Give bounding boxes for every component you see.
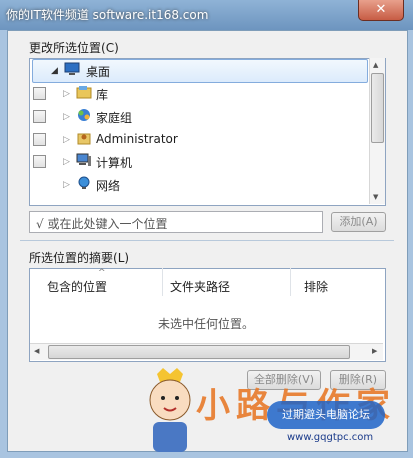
summary-scroll-thumb[interactable] xyxy=(48,345,350,359)
scroll-down-icon[interactable]: ▼ xyxy=(373,193,378,201)
watermark-badge: 过期避头电脑论坛 xyxy=(267,401,385,429)
checkbox-computer[interactable] xyxy=(33,155,46,168)
column-header-included[interactable]: 包含的位置 xyxy=(47,278,107,295)
column-divider xyxy=(290,268,291,296)
window-frame-left xyxy=(0,30,7,458)
library-icon xyxy=(76,86,92,99)
summary-label: 所选位置的摘要(L) xyxy=(29,249,129,266)
tree-item-label: 桌面 xyxy=(86,65,111,79)
tree-item-label: 网络 xyxy=(96,179,121,193)
column-divider xyxy=(162,268,163,296)
tree-item-label: 库 xyxy=(96,88,109,102)
add-button[interactable]: 添加(A) xyxy=(331,212,386,232)
tree-item-label: 计算机 xyxy=(96,156,133,170)
scroll-right-icon[interactable]: ▶ xyxy=(372,347,377,355)
homegroup-icon xyxy=(78,109,90,121)
summary-shortcut: (L) xyxy=(113,251,130,265)
computer-icon xyxy=(76,153,91,166)
tree-item-label: 家庭组 xyxy=(96,111,133,125)
checkbox-homegroup[interactable] xyxy=(33,110,46,123)
desktop-icon xyxy=(64,62,80,75)
column-header-exclude[interactable]: 排除 xyxy=(304,278,328,295)
expand-arrow-icon[interactable]: ▷ xyxy=(63,112,70,122)
close-button[interactable]: ✕ xyxy=(358,0,404,21)
change-locations-label-text: 更改所选位置 xyxy=(29,41,102,55)
user-folder-icon xyxy=(77,133,91,145)
scroll-up-icon[interactable]: ▲ xyxy=(373,61,378,69)
checkbox-administrator[interactable] xyxy=(33,133,46,146)
network-icon xyxy=(78,176,90,189)
sort-indicator-icon: ^ xyxy=(98,268,106,278)
tree-item-desktop[interactable] xyxy=(32,59,368,83)
window-title: 你的IT软件频道 software.it168.com xyxy=(6,8,209,22)
column-header-path[interactable]: 文件夹路径 xyxy=(170,278,230,295)
watermark-url: www.gqgtpc.com xyxy=(287,432,374,443)
empty-list-message: 未选中任何位置。 xyxy=(158,317,255,331)
change-locations-label: 更改所选位置(C) xyxy=(29,39,119,56)
summary-label-text: 所选位置的摘要 xyxy=(29,251,114,265)
mascot-logo xyxy=(149,368,191,452)
expand-arrow-icon[interactable]: ▷ xyxy=(63,157,70,167)
change-locations-shortcut: (C) xyxy=(101,41,119,55)
location-input[interactable]: √ 或在此处键入一个位置 xyxy=(29,211,323,233)
collapse-arrow-icon[interactable]: ◢ xyxy=(51,66,58,76)
expand-arrow-icon[interactable]: ▷ xyxy=(63,135,70,145)
checkbox-library[interactable] xyxy=(33,87,46,100)
tree-scroll-thumb[interactable] xyxy=(371,73,384,143)
expand-arrow-icon[interactable]: ▷ xyxy=(63,89,70,99)
tree-item-label: Administrator xyxy=(96,132,178,146)
section-divider xyxy=(20,240,394,241)
location-input-text: √ 或在此处键入一个位置 xyxy=(36,217,168,231)
scroll-left-icon[interactable]: ◀ xyxy=(34,347,39,355)
expand-arrow-icon[interactable]: ▷ xyxy=(63,180,70,190)
title-bar: 你的IT软件频道 software.it168.com xyxy=(0,0,413,30)
